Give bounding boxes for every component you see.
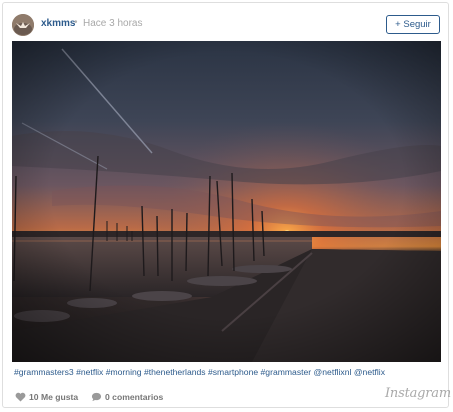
- instagram-logo[interactable]: Instagram: [385, 386, 451, 401]
- comments-link[interactable]: 0 comentarios: [91, 392, 163, 402]
- mention-link[interactable]: @netflix: [354, 367, 385, 377]
- post-photo[interactable]: [12, 41, 441, 362]
- username-link[interactable]: xkmms: [41, 18, 75, 29]
- post-header: xkmms • Hace 3 horas + Seguir: [3, 3, 448, 43]
- heart-icon: [15, 392, 26, 402]
- follow-button-label: + Seguir: [395, 19, 431, 30]
- mention-link[interactable]: @netflixnl: [314, 367, 352, 377]
- hashtag-link[interactable]: #thenetherlands: [144, 367, 206, 377]
- avatar-photo: [12, 14, 34, 36]
- hashtag-link[interactable]: #smartphone: [208, 367, 258, 377]
- hashtag-link[interactable]: #grammasters3: [14, 367, 74, 377]
- post-footer: 10 Me gusta 0 comentarios Instagram: [3, 386, 451, 406]
- speech-bubble-icon: [91, 392, 102, 402]
- hashtag-link[interactable]: #morning: [106, 367, 142, 377]
- sunset-marina-image: [12, 41, 441, 362]
- likes-count: 10 Me gusta: [29, 392, 79, 402]
- hashtag-link[interactable]: #netflix: [76, 367, 103, 377]
- post-caption: #grammasters3 #netflix #morning #theneth…: [14, 367, 444, 377]
- post-timestamp[interactable]: Hace 3 horas: [83, 18, 142, 29]
- likes-link[interactable]: 10 Me gusta: [15, 392, 78, 402]
- hashtag-link[interactable]: #grammaster: [261, 367, 312, 377]
- follow-button[interactable]: + Seguir: [386, 15, 440, 34]
- comments-count: 0 comentarios: [105, 392, 164, 402]
- separator-dot: •: [74, 17, 78, 28]
- avatar[interactable]: [12, 14, 34, 36]
- instagram-embed-card: xkmms • Hace 3 horas + Seguir #grammaste…: [2, 2, 451, 408]
